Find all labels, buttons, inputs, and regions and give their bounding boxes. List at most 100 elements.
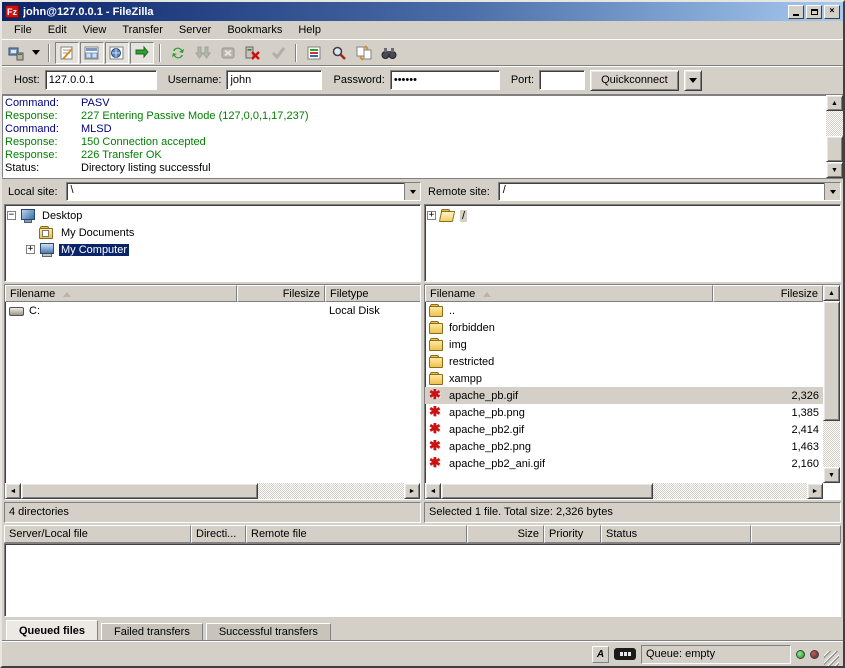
expander-icon[interactable]: − <box>7 211 16 220</box>
image-icon <box>429 440 445 453</box>
scroll-down-icon[interactable]: ▼ <box>823 467 840 483</box>
toggle-transfer-queue-button[interactable] <box>130 42 154 64</box>
port-input[interactable] <box>539 70 585 90</box>
queue-column-status[interactable]: Status <box>601 525 751 543</box>
file-row[interactable]: restricted <box>425 353 823 370</box>
queue-column-local-file[interactable]: Server/Local file <box>4 525 191 543</box>
remote-site-combobox[interactable]: / <box>498 182 841 201</box>
queue-column-remote-file[interactable]: Remote file <box>246 525 467 543</box>
queue-list-body[interactable] <box>4 543 841 617</box>
site-manager-button[interactable] <box>4 42 28 64</box>
process-queue-button[interactable] <box>191 42 215 64</box>
file-row[interactable]: apache_pb.gif 2,326 <box>425 387 823 404</box>
password-input[interactable] <box>390 70 500 90</box>
local-site-combobox[interactable]: \ <box>66 182 421 201</box>
expander-icon[interactable]: + <box>427 211 436 220</box>
folder-icon <box>429 321 445 334</box>
queue-tab[interactable]: Queued files <box>6 620 98 641</box>
menu-item[interactable]: Server <box>171 22 219 38</box>
minimize-button[interactable] <box>788 5 804 19</box>
username-input[interactable] <box>226 70 322 90</box>
resize-grip[interactable] <box>824 651 839 666</box>
scroll-left-icon[interactable]: ◄ <box>5 483 21 499</box>
local-site-dropdown-button[interactable] <box>404 183 420 200</box>
local-tree[interactable]: − Desktop My Documents + My Computer <box>4 204 421 282</box>
file-row[interactable]: apache_pb.png 1,385 <box>425 404 823 421</box>
scroll-up-icon[interactable]: ▲ <box>826 95 843 111</box>
abort-button[interactable] <box>266 42 290 64</box>
tree-item[interactable]: + / <box>427 207 840 224</box>
queue-column-direction[interactable]: Directi... <box>191 525 246 543</box>
queue-column-size[interactable]: Size <box>467 525 544 543</box>
file-row[interactable]: xampp <box>425 370 823 387</box>
window-title: john@127.0.0.1 - FileZilla <box>23 6 784 18</box>
queue-column-priority[interactable]: Priority <box>544 525 601 543</box>
menu-item[interactable]: View <box>75 22 115 38</box>
cancel-operation-button[interactable] <box>216 42 240 64</box>
local-column-filesize[interactable]: Filesize <box>237 285 325 302</box>
host-input[interactable] <box>45 70 157 90</box>
toggle-message-log-button[interactable] <box>55 42 79 64</box>
scroll-up-icon[interactable]: ▲ <box>823 285 840 301</box>
remote-tree[interactable]: + / <box>424 204 841 282</box>
filter-button[interactable] <box>302 42 326 64</box>
disconnect-button[interactable] <box>241 42 265 64</box>
filezilla-logo-icon: Fz <box>5 5 19 18</box>
queue-tab[interactable]: Successful transfers <box>206 623 331 641</box>
file-row[interactable]: apache_pb2_ani.gif 2,160 <box>425 455 823 472</box>
local-column-filetype[interactable]: Filetype <box>325 285 420 302</box>
file-row[interactable]: forbidden <box>425 319 823 336</box>
file-row[interactable]: img <box>425 336 823 353</box>
menu-item[interactable]: Edit <box>40 22 75 38</box>
close-button[interactable]: × <box>824 5 840 19</box>
tree-item[interactable]: My Documents <box>7 224 420 241</box>
tree-item[interactable]: + My Computer <box>7 241 420 258</box>
queue-tab[interactable]: Failed transfers <box>101 623 203 641</box>
titlebar[interactable]: Fz john@127.0.0.1 - FileZilla × <box>2 2 843 21</box>
menu-item[interactable]: Transfer <box>114 22 171 38</box>
message-log: Command: PASV Response: 227 Entering Pas… <box>2 95 826 178</box>
file-row[interactable]: apache_pb2.png 1,463 <box>425 438 823 455</box>
file-search-button[interactable] <box>327 42 351 64</box>
log-vertical-scrollbar[interactable]: ▲ ▼ <box>826 95 843 178</box>
scroll-left-icon[interactable]: ◄ <box>425 483 441 499</box>
quickconnect-button[interactable]: Quickconnect <box>590 70 679 91</box>
scroll-right-icon[interactable]: ► <box>404 483 420 499</box>
remote-file-list[interactable]: Filename Filesize .. forbidden <box>424 284 841 500</box>
file-row[interactable]: C: Local Disk <box>5 302 420 319</box>
local-horizontal-scrollbar[interactable]: ◄ ► <box>5 483 420 499</box>
message-log-panel: Command: PASV Response: 227 Entering Pas… <box>2 95 843 179</box>
menu-item[interactable]: File <box>6 22 40 38</box>
file-row[interactable]: apache_pb2.gif 2,414 <box>425 421 823 438</box>
synchronized-browsing-button[interactable] <box>377 42 401 64</box>
file-size: 1,463 <box>713 441 823 453</box>
file-name: apache_pb2_ani.gif <box>449 458 545 470</box>
expander-icon[interactable]: + <box>26 245 35 254</box>
remote-column-filename[interactable]: Filename <box>425 285 713 302</box>
local-file-list[interactable]: Filename Filesize Filetype L C: Local Di… <box>4 284 421 500</box>
directory-comparison-button[interactable] <box>352 42 376 64</box>
file-name: apache_pb2.png <box>449 441 531 453</box>
remote-horizontal-scrollbar[interactable]: ◄ ► <box>425 483 823 499</box>
toggle-remote-tree-button[interactable] <box>105 42 129 64</box>
site-manager-dropdown-button[interactable] <box>29 42 43 64</box>
remote-site-dropdown-button[interactable] <box>824 183 840 200</box>
tree-item[interactable]: − Desktop <box>7 207 420 224</box>
menu-item[interactable]: Help <box>290 22 329 38</box>
quickconnect-dropdown-button[interactable] <box>684 70 702 91</box>
scroll-down-icon[interactable]: ▼ <box>826 162 843 178</box>
tree-item-label: / <box>460 210 467 222</box>
toggle-local-tree-button[interactable] <box>80 42 104 64</box>
file-row[interactable]: .. <box>425 302 823 319</box>
scroll-right-icon[interactable]: ► <box>807 483 823 499</box>
remote-vertical-scrollbar[interactable]: ▲ ▼ <box>823 285 840 483</box>
transfer-type-icon[interactable]: A <box>592 646 609 663</box>
menu-item[interactable]: Bookmarks <box>219 22 290 38</box>
remote-column-filesize[interactable]: Filesize <box>713 285 823 302</box>
refresh-button[interactable] <box>166 42 190 64</box>
file-name: apache_pb2.gif <box>449 424 524 436</box>
maximize-button[interactable] <box>806 5 822 19</box>
chevron-down-icon <box>32 50 40 59</box>
local-column-filename[interactable]: Filename <box>5 285 237 302</box>
speed-limit-icon[interactable] <box>614 648 636 660</box>
